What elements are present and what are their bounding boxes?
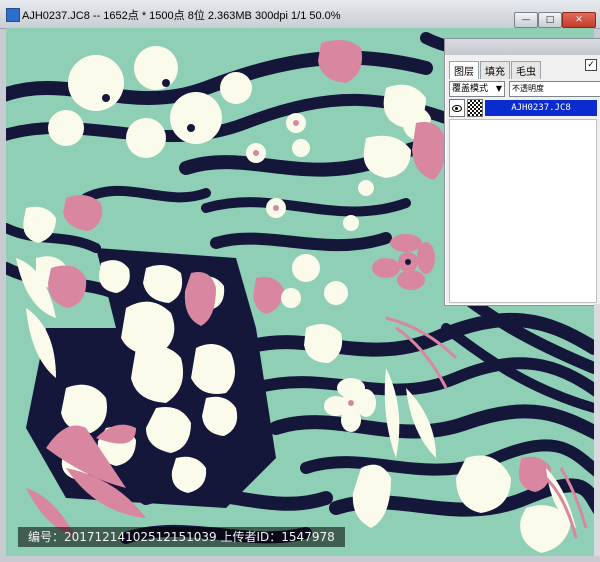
close-button[interactable]: ✕ [562, 12, 596, 28]
eye-icon [452, 104, 462, 112]
opacity-field[interactable]: 不透明度 [509, 81, 600, 97]
tab-caterpillar[interactable]: 毛虫 [511, 61, 541, 79]
tab-fill[interactable]: 填充 [480, 61, 510, 79]
blend-row: 覆盖模式 ▼ 不透明度 [449, 81, 600, 97]
visibility-toggle[interactable] [449, 99, 465, 117]
title-bar: AJH0237.JC8 -- 1652点 * 1500点 8位 2.363MB … [0, 0, 600, 29]
app-window: AJH0237.JC8 -- 1652点 * 1500点 8位 2.363MB … [0, 0, 600, 562]
panel-tabs: 图层 填充 毛虫 [449, 61, 542, 79]
layers-panel-titlebar[interactable] [445, 39, 600, 55]
layers-panel: ✓ 图层 填充 毛虫 覆盖模式 ▼ 不透明度 AJH0237.JC8 [444, 38, 600, 306]
chevron-down-icon: ▼ [495, 84, 502, 93]
layer-name: AJH0237.JC8 [485, 100, 597, 116]
blend-mode-select[interactable]: 覆盖模式 ▼ [449, 81, 505, 97]
app-icon [6, 8, 20, 22]
layer-list-area[interactable] [449, 119, 597, 303]
watermark-caption: 编号：20171214102512151039 上传者ID：1547978 [18, 527, 345, 547]
restore-button[interactable]: □ [538, 12, 562, 28]
tab-layers[interactable]: 图层 [449, 61, 479, 79]
vertical-scrollbar[interactable] [594, 304, 600, 556]
layer-thumbnail [467, 99, 483, 117]
panel-pin-checkbox[interactable]: ✓ [585, 59, 597, 71]
blend-mode-value: 覆盖模式 [452, 84, 489, 94]
window-title: AJH0237.JC8 -- 1652点 * 1500点 8位 2.363MB … [22, 10, 341, 22]
minimize-button[interactable]: — [514, 12, 538, 28]
layer-row[interactable]: AJH0237.JC8 [449, 99, 597, 117]
